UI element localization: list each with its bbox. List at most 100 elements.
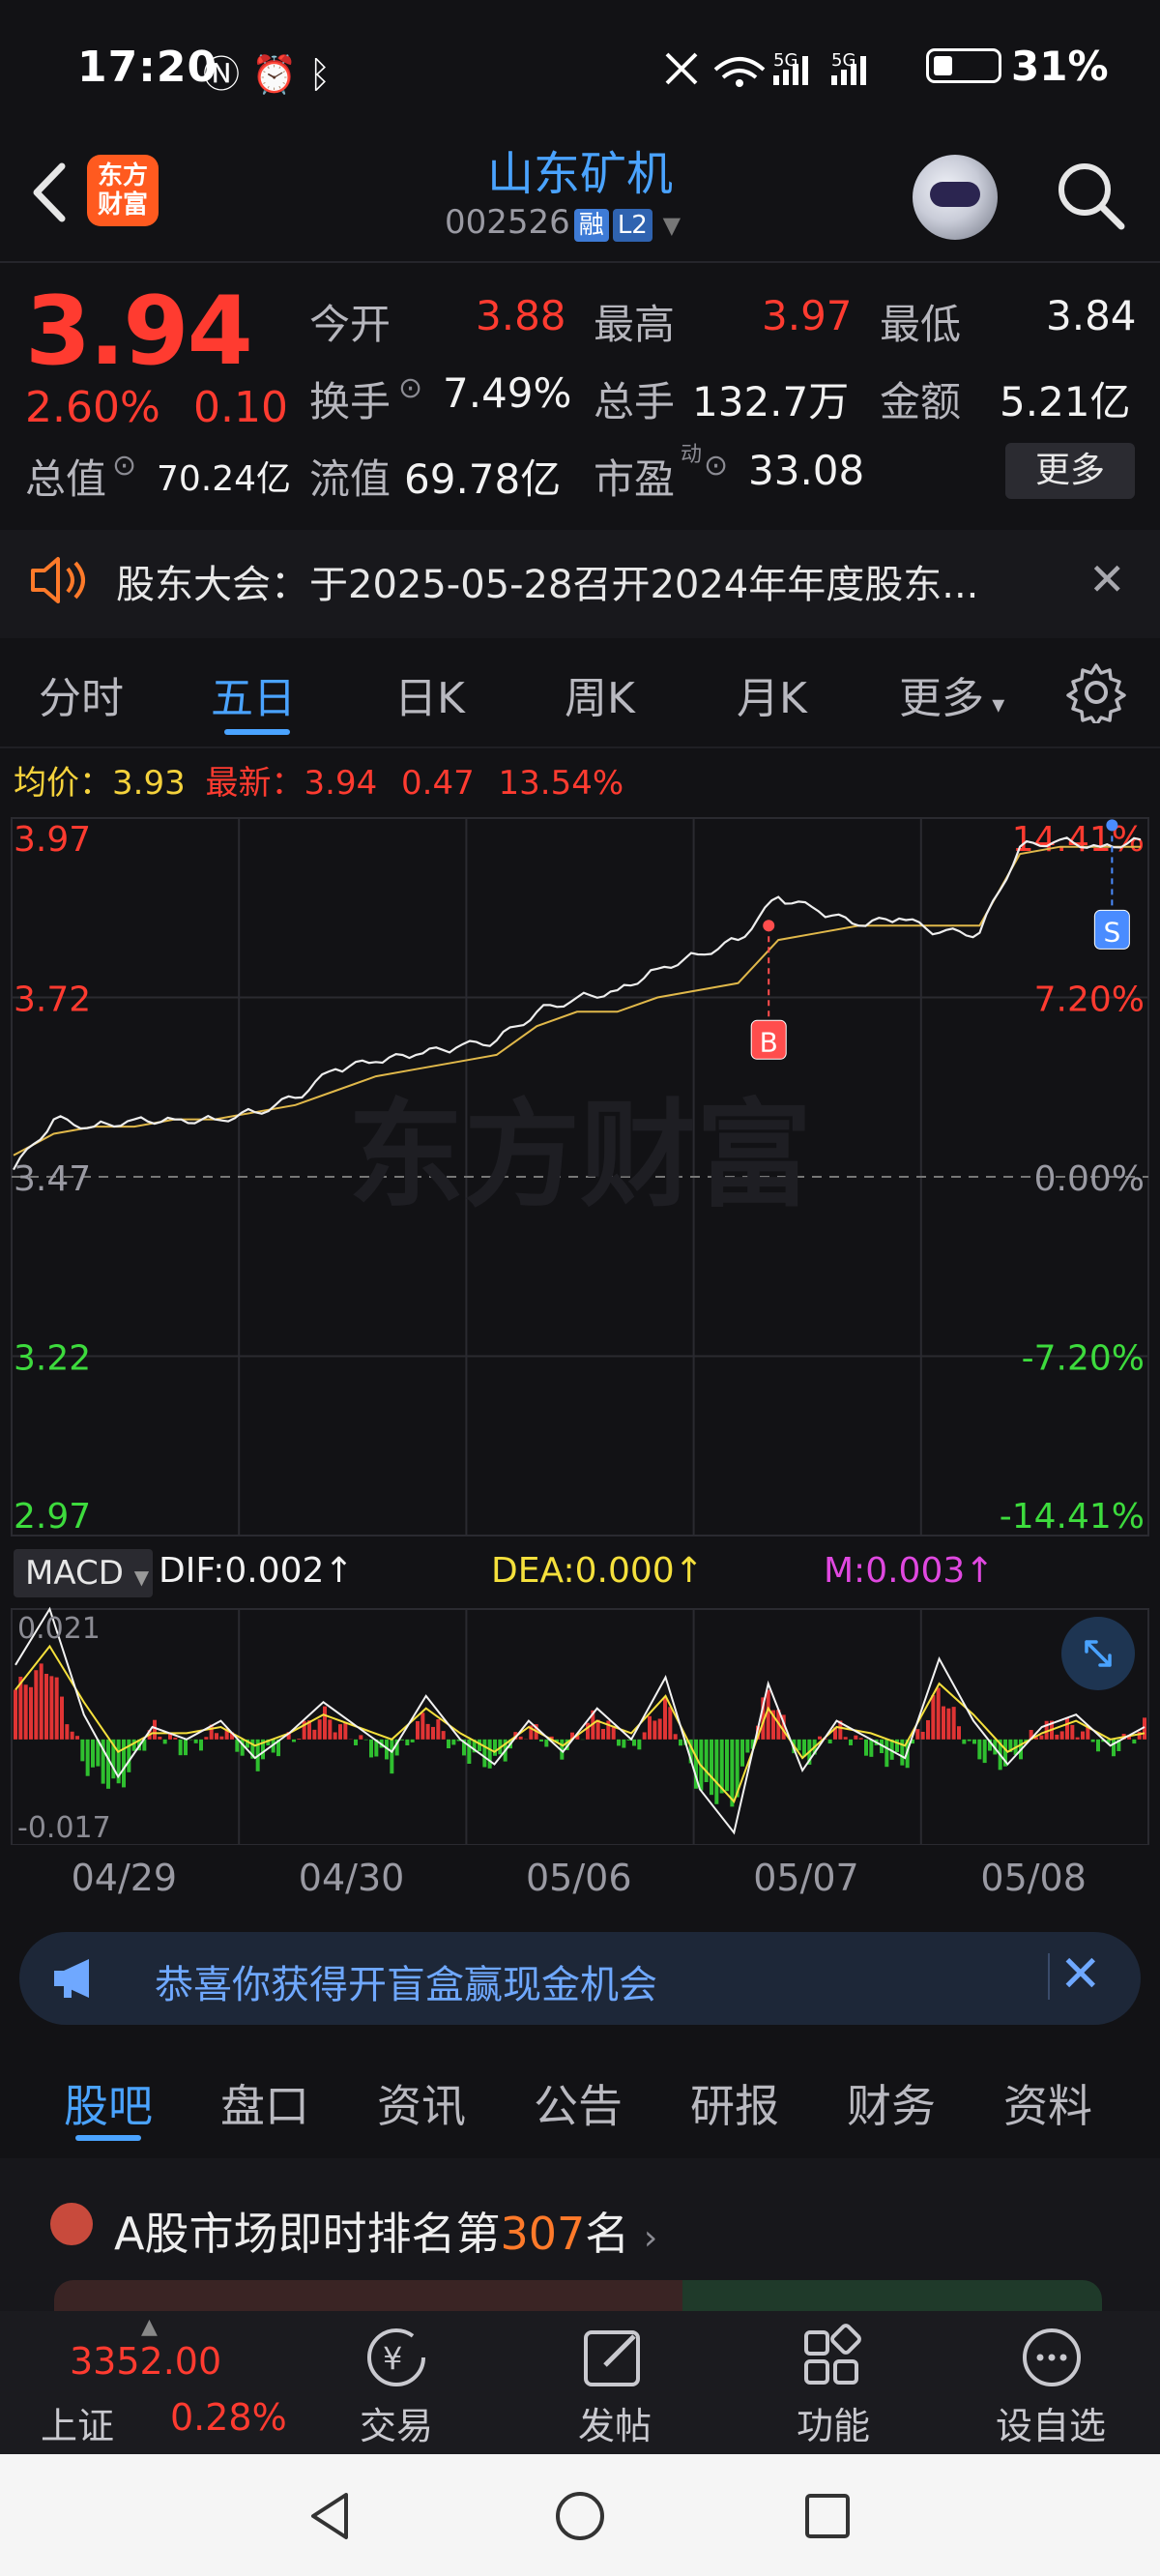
nav-home-icon[interactable] [551,2487,609,2545]
price-chart[interactable]: 3.97 14.41% 3.72 7.20% 3.47 0.00% 3.22 -7.20% 2.… [0,808,1160,1543]
chevron-right-icon: › [643,2218,658,2258]
nav-recents-icon[interactable] [798,2487,856,2545]
pct-tick-label: 14.41% [1012,820,1145,860]
tab-3[interactable]: 日K [394,663,465,725]
y-tick-label: 3.72 [14,981,91,1020]
tab-2[interactable]: 五日 [211,663,296,725]
latest-label: 最新： [205,764,304,803]
low-label: 最低 [880,301,962,348]
macd-chart[interactable]: 0.021 -0.017 [0,1603,1160,1845]
y-tick-label: 3.97 [14,820,91,860]
divider [0,261,1160,263]
date-tick: 05/08 [980,1857,1087,1899]
assistant-robot-icon[interactable] [913,155,998,240]
lower-tab-5[interactable]: 研报 [690,2071,779,2135]
pct-tick-label: -14.41% [1000,1497,1145,1537]
amount-value: 5.21亿 [1000,378,1131,425]
latest-value: 3.94 [304,764,378,803]
last-price: 3.94 [25,277,253,387]
expand-icon[interactable] [1061,1617,1135,1690]
macd-bottom-tick: -0.017 [17,1811,111,1845]
info-icon[interactable]: ⊙ [112,449,136,483]
divider [0,746,1160,748]
open-value: 3.88 [476,292,566,339]
index-value[interactable]: 3352.00 [70,2340,221,2383]
nav-back-icon[interactable] [302,2487,360,2545]
float-label: 流值 [309,455,392,503]
lower-tab-7[interactable]: 资料 [1003,2071,1092,2135]
trade-marker-label: S [1103,916,1120,948]
info-icon[interactable]: ⊙ [704,449,728,483]
dropdown-caret-icon: ▾ [984,690,1005,719]
rank-number: 307 [500,2208,586,2260]
gear-icon[interactable] [1065,661,1127,723]
status-bar: 17:20 Ⓝ ⏰ ᛒ 5G 5G 31% [0,0,1160,145]
back-icon[interactable] [23,159,81,226]
promo-text[interactable]: 恭喜你获得开盲盒赢现金机会 [155,1953,657,2009]
tab-5[interactable]: 月K [737,663,807,725]
info-icon[interactable]: ⊙ [398,371,422,405]
more-icon[interactable] [1013,2323,1090,2400]
search-icon[interactable] [1052,157,1129,234]
y-tick-label: 3.22 [14,1339,91,1379]
trade-marker-label: B [760,1026,778,1058]
mute-icon [665,52,698,85]
macd-dea-label: DEA:0.000↑ [491,1551,704,1591]
stock-code-line[interactable]: 002526 融 L2 ▼ [445,203,681,242]
app-logo[interactable]: 东方 财富 [87,155,159,226]
pe-label: 市盈 [594,455,676,503]
pe-superscript: 动 [681,443,703,467]
low-value: 3.84 [1046,292,1137,339]
lower-tab-4[interactable]: 公告 [534,2071,623,2135]
margin-tag: 融 [573,209,609,242]
turnover-value: 7.49% [443,369,572,417]
date-tick: 05/06 [526,1857,632,1899]
lower-tab-1[interactable]: 股吧 [64,2071,153,2135]
lower-tab-2[interactable]: 盘口 [220,2071,309,2135]
megaphone-icon [54,1959,89,1998]
change-percent: 2.60% [25,383,160,432]
caret-up-icon: ▲ [141,2315,158,2339]
active-tab-underline [224,729,290,735]
date-tick: 05/07 [753,1857,859,1899]
tab-1[interactable]: 分时 [39,663,124,725]
y-tick-label: 3.47 [14,1159,91,1199]
status-icons-left: Ⓝ ⏰ ᛒ [203,44,331,98]
pct-tick-label: -7.20% [1022,1339,1145,1379]
lower-tab-3[interactable]: 资讯 [377,2071,466,2135]
rank-text[interactable]: A股市场即时排名第307名 › [114,2199,657,2263]
float-value: 69.78亿 [404,455,562,503]
post-label[interactable]: 发帖 [578,2396,652,2449]
index-name[interactable]: 上证 [41,2396,114,2449]
indicator-selector[interactable]: MACD ▼ [14,1549,153,1597]
close-icon[interactable]: ✕ [1059,1946,1102,2004]
macd-dif-line [14,1606,1146,1835]
speaker-icon [31,557,85,603]
mktcap-value: 70.24亿 [157,459,292,499]
features-label[interactable]: 功能 [797,2396,870,2449]
stock-name[interactable]: 山东矿机 [387,135,773,203]
active-tab-underline [75,2135,141,2141]
tab-4[interactable]: 周K [565,663,635,725]
macd-dif-label: DIF:0.002↑ [159,1551,354,1591]
battery-level [934,56,952,75]
trade-label[interactable]: 交易 [360,2396,433,2449]
tab-6[interactable]: 更多 ▾ [899,663,1004,725]
turnover-label: 换手 [309,378,392,425]
add-watch-label[interactable]: 设自选 [996,2396,1106,2449]
date-tick: 04/30 [298,1857,405,1899]
watermark: 东方财富 [348,1089,812,1223]
post-icon[interactable] [576,2323,653,2400]
notice-text[interactable]: 股东大会：于2025-05-28召开2024年年度股东... [116,553,978,609]
alarm-icon: ⏰ [251,53,298,96]
lower-tab-6[interactable]: 财务 [847,2071,936,2135]
trade-icon[interactable]: ¥ [358,2323,435,2400]
y-tick-label: 2.97 [14,1497,91,1537]
more-button[interactable]: 更多 [1005,443,1135,499]
mktcap-label: 总值 [25,455,107,503]
volume-value: 132.7万 [692,378,850,425]
date-tick: 04/29 [71,1857,178,1899]
close-icon[interactable]: ✕ [1088,553,1126,605]
index-pct[interactable]: 0.28% [170,2396,287,2439]
features-icon[interactable] [795,2323,872,2400]
